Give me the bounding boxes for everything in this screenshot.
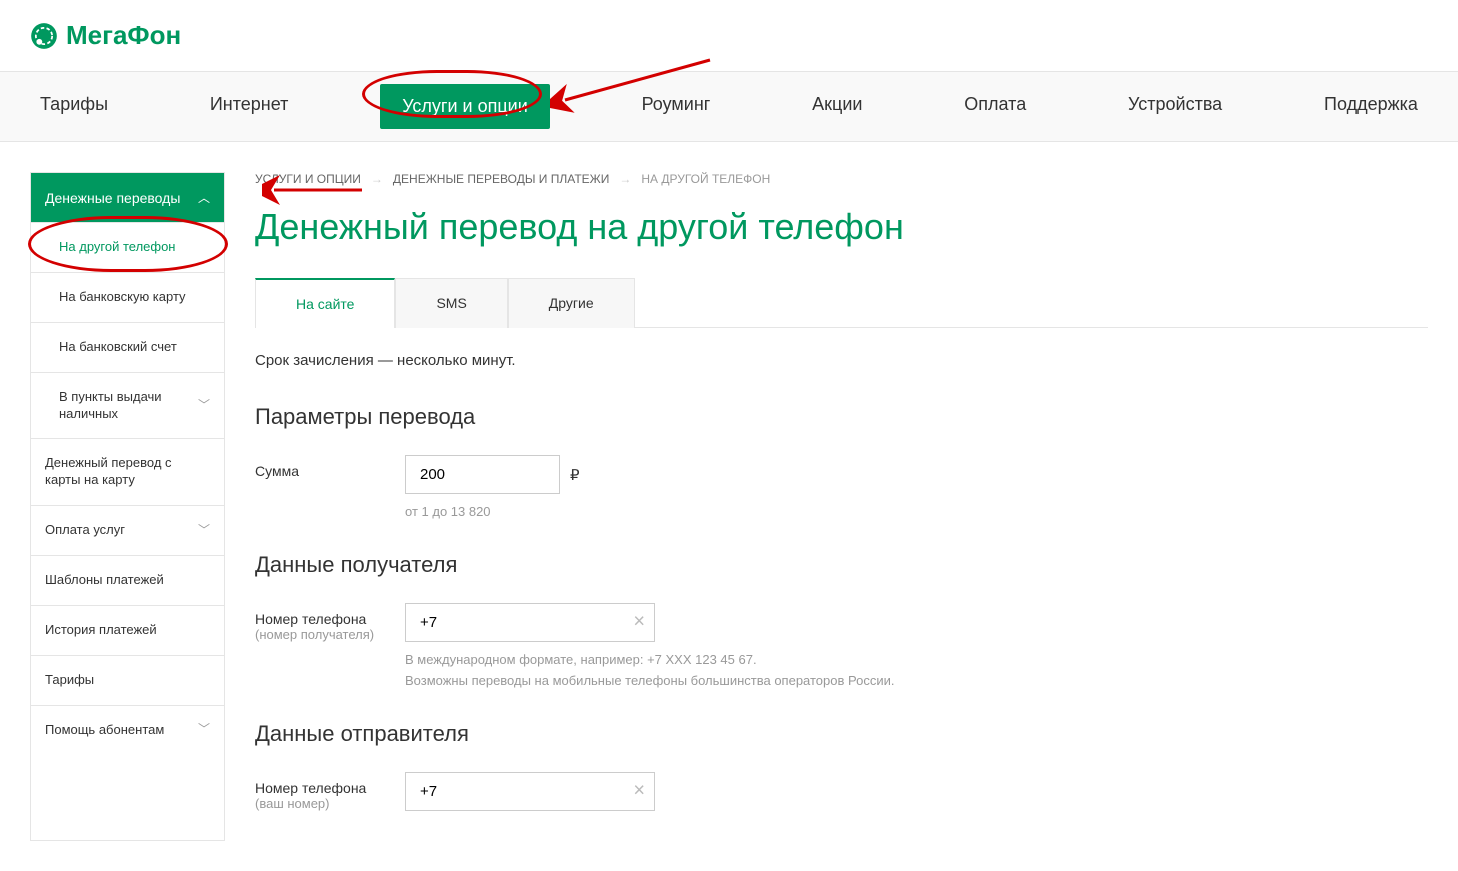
recipient-hint1: В международном формате, например: +7 XX… [405, 650, 1428, 670]
sidebar-item-label: Тарифы [45, 672, 94, 689]
sidebar-item-label: Помощь абонентам [45, 722, 164, 739]
section-title-params: Параметры перевода [255, 404, 1428, 430]
main-nav: Тарифы Интернет Услуги и опции Роуминг А… [0, 72, 1458, 142]
chevron-down-icon: ﹀ [198, 398, 210, 414]
clear-icon[interactable]: × [633, 780, 645, 803]
label-hint: (номер получателя) [255, 627, 405, 642]
sidebar-header-label: Денежные переводы [45, 190, 180, 206]
amount-label: Сумма [255, 455, 405, 479]
nav-item-promo[interactable]: Акции [802, 72, 872, 141]
label-hint: (ваш номер) [255, 796, 405, 811]
sidebar-item-to-phone[interactable]: На другой телефон [31, 222, 224, 272]
sidebar-item-pay-services[interactable]: Оплата услуг ﹀ [31, 505, 224, 555]
sidebar-item-history[interactable]: История платежей [31, 605, 224, 655]
sidebar: Денежные переводы ︿ На другой телефон На… [30, 172, 225, 841]
logo[interactable]: МегаФон [30, 20, 1428, 51]
main-content: УСЛУГИ И ОПЦИИ → ДЕНЕЖНЫЕ ПЕРЕВОДЫ И ПЛА… [255, 172, 1428, 841]
amount-input[interactable] [405, 455, 560, 494]
sidebar-item-label: В пункты выдачи наличных [59, 389, 198, 423]
tabs: На сайте SMS Другие [255, 278, 1428, 328]
sidebar-item-label: На банковский счет [59, 339, 177, 356]
sidebar-item-card-to-card[interactable]: Денежный перевод с карты на карту [31, 438, 224, 505]
sidebar-item-label: На другой телефон [59, 239, 176, 256]
sidebar-header[interactable]: Денежные переводы ︿ [31, 173, 224, 222]
breadcrumb: УСЛУГИ И ОПЦИИ → ДЕНЕЖНЫЕ ПЕРЕВОДЫ И ПЛА… [255, 172, 1428, 186]
page-title: Денежный перевод на другой телефон [255, 206, 1428, 248]
tab-onsite[interactable]: На сайте [255, 278, 395, 328]
tab-sms[interactable]: SMS [395, 278, 507, 328]
sidebar-item-to-card[interactable]: На банковскую карту [31, 272, 224, 322]
nav-item-internet[interactable]: Интернет [200, 72, 299, 141]
info-text: Срок зачисления — несколько минут. [255, 352, 1428, 369]
breadcrumb-link[interactable]: ДЕНЕЖНЫЕ ПЕРЕВОДЫ И ПЛАТЕЖИ [393, 172, 609, 186]
nav-item-devices[interactable]: Устройства [1118, 72, 1232, 141]
section-title-sender: Данные отправителя [255, 721, 1428, 747]
sidebar-item-help[interactable]: Помощь абонентам ﹀ [31, 705, 224, 755]
breadcrumb-link[interactable]: УСЛУГИ И ОПЦИИ [255, 172, 361, 186]
sender-phone-label: Номер телефона (ваш номер) [255, 772, 405, 811]
breadcrumb-current: НА ДРУГОЙ ТЕЛЕФОН [641, 172, 770, 186]
breadcrumb-sep-icon: → [619, 172, 631, 186]
chevron-down-icon: ﹀ [198, 722, 210, 738]
sidebar-item-label: На банковскую карту [59, 289, 186, 306]
chevron-up-icon: ︿ [198, 189, 210, 206]
nav-item-roaming[interactable]: Роуминг [632, 72, 721, 141]
recipient-phone-label: Номер телефона (номер получателя) [255, 603, 405, 642]
chevron-down-icon: ﹀ [198, 523, 210, 539]
brand-name: МегаФон [66, 20, 181, 51]
tab-other[interactable]: Другие [508, 278, 635, 328]
sidebar-item-label: Шаблоны платежей [45, 572, 164, 589]
sidebar-item-cash-points[interactable]: В пункты выдачи наличных﹀ [31, 372, 224, 439]
nav-item-services[interactable]: Услуги и опции [380, 84, 550, 129]
nav-item-tariffs[interactable]: Тарифы [30, 72, 118, 141]
logo-icon [30, 22, 58, 50]
label-text: Номер телефона [255, 611, 366, 627]
breadcrumb-sep-icon: → [371, 172, 383, 186]
nav-item-support[interactable]: Поддержка [1314, 72, 1428, 141]
amount-hint: от 1 до 13 820 [405, 502, 1428, 522]
header: МегаФон [0, 0, 1458, 72]
clear-icon[interactable]: × [633, 611, 645, 634]
sender-phone-input[interactable] [405, 772, 655, 811]
nav-item-payment[interactable]: Оплата [954, 72, 1036, 141]
sidebar-item-templates[interactable]: Шаблоны платежей [31, 555, 224, 605]
recipient-hint2: Возможны переводы на мобильные телефоны … [405, 671, 1428, 691]
sidebar-item-tariffs[interactable]: Тарифы [31, 655, 224, 705]
sidebar-item-to-account[interactable]: На банковский счет [31, 322, 224, 372]
currency-label: ₽ [570, 466, 580, 484]
sidebar-item-label: Денежный перевод с карты на карту [45, 455, 210, 489]
recipient-phone-input[interactable] [405, 603, 655, 642]
section-title-recipient: Данные получателя [255, 552, 1428, 578]
label-text: Номер телефона [255, 780, 366, 796]
sidebar-item-label: Оплата услуг [45, 522, 125, 539]
sidebar-item-label: История платежей [45, 622, 157, 639]
